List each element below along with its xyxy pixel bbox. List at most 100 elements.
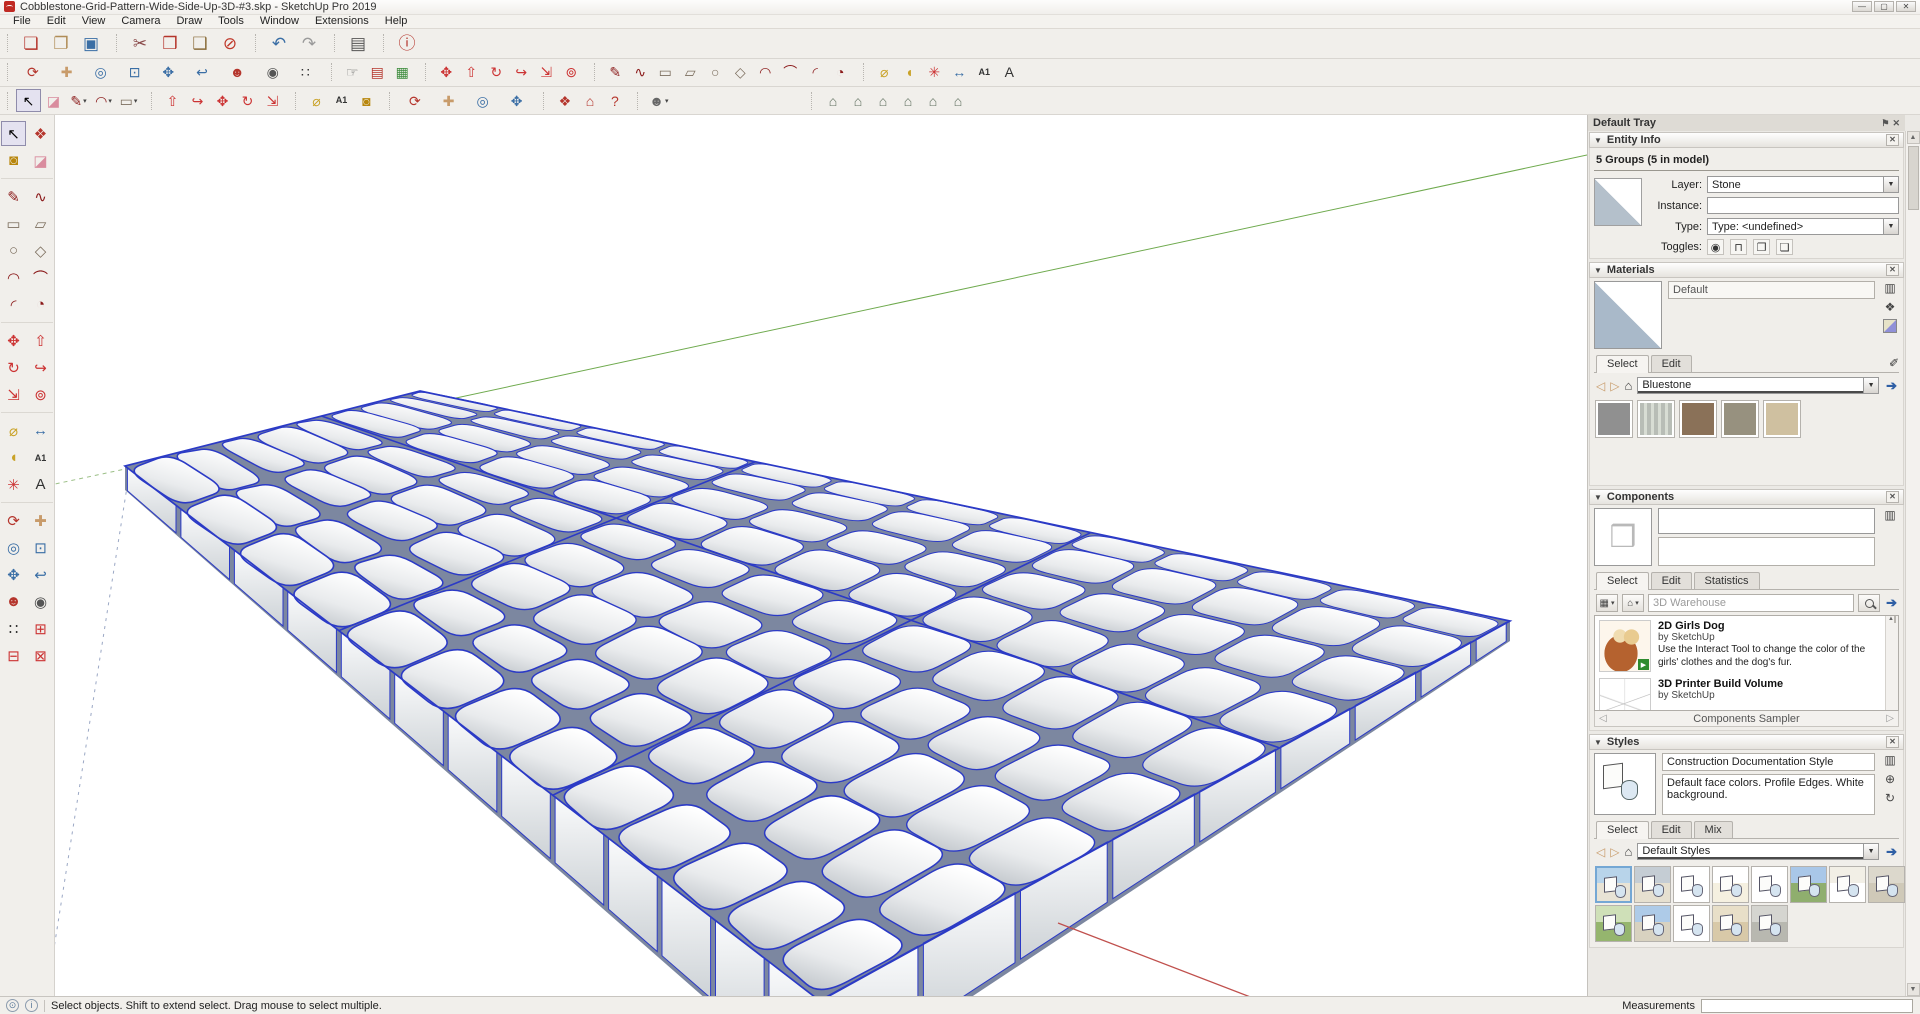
tab-select[interactable]: Select — [1596, 821, 1649, 839]
rotate-button[interactable]: ↻ — [1, 355, 26, 380]
follow-me-button[interactable]: ↪ — [185, 89, 210, 112]
follow-me-button[interactable]: ↪ — [509, 61, 534, 84]
three-point-arc-button[interactable]: ◜ — [803, 61, 828, 84]
bluestone-3-swatch[interactable] — [1680, 401, 1716, 437]
bluestone-1-swatch[interactable] — [1596, 401, 1632, 437]
tray-scrollbar[interactable]: ▲ ▼ — [1905, 131, 1920, 996]
rectangle-button[interactable]: ▭ — [1, 211, 26, 236]
credits-icon[interactable]: i — [25, 999, 38, 1012]
forward-icon[interactable]: ▷ — [1610, 845, 1619, 859]
list-item[interactable]: ▶2D Girls Dogby SketchUpUse the Interact… — [1599, 620, 1884, 672]
home-icon[interactable]: ⌂ — [1624, 378, 1632, 393]
redo-button[interactable]: ↷ — [294, 30, 324, 56]
arc-button[interactable]: ◠ — [753, 61, 778, 84]
pan-button[interactable]: ✚ — [50, 61, 84, 84]
layer-dropdown[interactable]: Stone ▼ — [1707, 176, 1899, 193]
styles-header[interactable]: ▼ Styles ✕ — [1589, 734, 1904, 750]
geolocation-icon[interactable]: ⊙ — [6, 999, 19, 1012]
tray-close-icon[interactable]: ✕ — [1892, 118, 1900, 129]
section-plane-button[interactable]: ⊞ — [28, 616, 53, 641]
chevron-down-icon[interactable]: ▼ — [1883, 219, 1898, 234]
left-view-button[interactable]: ⌂ — [945, 89, 970, 112]
protractor-button[interactable]: ◖ — [897, 61, 922, 84]
style-9-thumbnail[interactable] — [1595, 905, 1632, 942]
style-3-thumbnail[interactable] — [1673, 866, 1710, 903]
rotated-rectangle-button[interactable]: ▱ — [28, 211, 53, 236]
home-icon[interactable]: ⌂ — [1624, 844, 1632, 859]
3d-viewport[interactable] — [55, 115, 1587, 996]
style-1-thumbnail[interactable] — [1595, 866, 1632, 903]
visibility-toggle-icon[interactable]: ◉ — [1707, 239, 1724, 255]
materials-close-icon[interactable]: ✕ — [1886, 264, 1899, 276]
push-pull-button[interactable]: ⇧ — [459, 61, 484, 84]
paint-bucket-button[interactable]: ◙ — [1, 148, 26, 173]
material-collection-dropdown[interactable]: Bluestone ▼ — [1637, 377, 1879, 394]
measurements-input[interactable] — [1701, 999, 1913, 1013]
text-button[interactable]: A1 — [28, 445, 53, 470]
circle-button[interactable]: ○ — [703, 61, 728, 84]
print-button[interactable]: ▤ — [343, 30, 373, 56]
component-name-field[interactable] — [1658, 508, 1875, 534]
components-sampler-bar[interactable]: ◁ Components Sampler ▷ — [1594, 711, 1899, 727]
dropdown-caret-icon[interactable]: ▾ — [108, 97, 112, 105]
three-point-arc-button[interactable]: ◜ — [1, 292, 26, 317]
style-6-thumbnail[interactable] — [1790, 866, 1827, 903]
pie-button[interactable]: ◔ — [28, 292, 53, 317]
select-button[interactable]: ↖ — [16, 89, 41, 112]
scroll-thumb[interactable] — [1908, 146, 1919, 210]
position-camera-button[interactable]: ☻ — [1, 589, 26, 614]
collapse-icon[interactable]: ▼ — [1594, 738, 1602, 747]
top-view-button[interactable]: ⌂ — [845, 89, 870, 112]
tab-select[interactable]: Select — [1596, 572, 1649, 590]
3d-warehouse-button[interactable]: ⌂ — [577, 89, 602, 112]
interact-button[interactable]: ☞ — [340, 61, 365, 84]
cast-shadows-toggle-icon[interactable]: ❐ — [1753, 239, 1770, 255]
components-close-icon[interactable]: ✕ — [1886, 491, 1899, 503]
entity-info-close-icon[interactable]: ✕ — [1886, 134, 1899, 146]
orbit-button[interactable]: ⟳ — [398, 89, 432, 112]
zoom-button[interactable]: ◎ — [465, 89, 499, 112]
back-icon[interactable]: ◁ — [1596, 379, 1605, 393]
protractor-button[interactable]: ◖ — [1, 445, 26, 470]
axes-button[interactable]: ✳ — [922, 61, 947, 84]
eraser-button[interactable]: ◪ — [41, 89, 66, 112]
three-d-text-button[interactable]: A — [28, 472, 53, 497]
style-4-thumbnail[interactable] — [1712, 866, 1749, 903]
section-fill-button[interactable]: ⊟ — [1, 643, 26, 668]
orbit-button[interactable]: ⟳ — [16, 61, 50, 84]
eyedropper-icon[interactable]: ✐ — [1889, 356, 1899, 370]
menu-view[interactable]: View — [74, 15, 114, 27]
instance-field[interactable] — [1707, 197, 1899, 214]
menu-window[interactable]: Window — [252, 15, 307, 27]
text-button[interactable]: A1 — [329, 89, 354, 112]
walk-button[interactable]: ∷ — [1, 616, 26, 641]
freehand-button[interactable]: ∿ — [628, 61, 653, 84]
move-button[interactable]: ✥ — [1, 328, 26, 353]
arc-button[interactable]: ◠▾ — [91, 89, 116, 112]
bluestone-4-swatch[interactable] — [1722, 401, 1758, 437]
details-arrow-icon[interactable]: ➔ — [1886, 378, 1897, 394]
collapse-icon[interactable]: ▼ — [1594, 266, 1602, 275]
scale-button[interactable]: ⇲ — [1, 382, 26, 407]
zoom-extents-button[interactable]: ✥ — [500, 89, 534, 112]
previous-button[interactable]: ↩ — [28, 562, 53, 587]
tape-measure-button[interactable]: ⌀ — [304, 89, 329, 112]
move-button[interactable]: ✥ — [434, 61, 459, 84]
zoom-window-button[interactable]: ⊡ — [118, 61, 152, 84]
two-point-arc-button[interactable]: ⌒ — [778, 61, 803, 84]
next-page-icon[interactable]: ▷ — [1886, 713, 1894, 724]
menu-tools[interactable]: Tools — [210, 15, 252, 27]
secondary-pane-icon[interactable]: ▥ — [1884, 508, 1895, 522]
open-button[interactable]: ❐ — [46, 30, 76, 56]
iso-view-button[interactable]: ⌂ — [820, 89, 845, 112]
select-button[interactable]: ↖ — [1, 121, 26, 146]
entity-info-header[interactable]: ▼ Entity Info ✕ — [1589, 132, 1904, 148]
scale-button[interactable]: ⇲ — [534, 61, 559, 84]
erase-button[interactable]: ⊘ — [215, 30, 245, 56]
copy-button[interactable]: ❒ — [155, 30, 185, 56]
components-header[interactable]: ▼ Components ✕ — [1589, 489, 1904, 505]
dropdown-caret-icon[interactable]: ▾ — [134, 97, 138, 105]
sign-in-button[interactable]: ☻▾ — [646, 89, 671, 112]
cut-button[interactable]: ✂ — [125, 30, 155, 56]
sample-paint-icon[interactable]: ❖ — [1885, 300, 1896, 314]
